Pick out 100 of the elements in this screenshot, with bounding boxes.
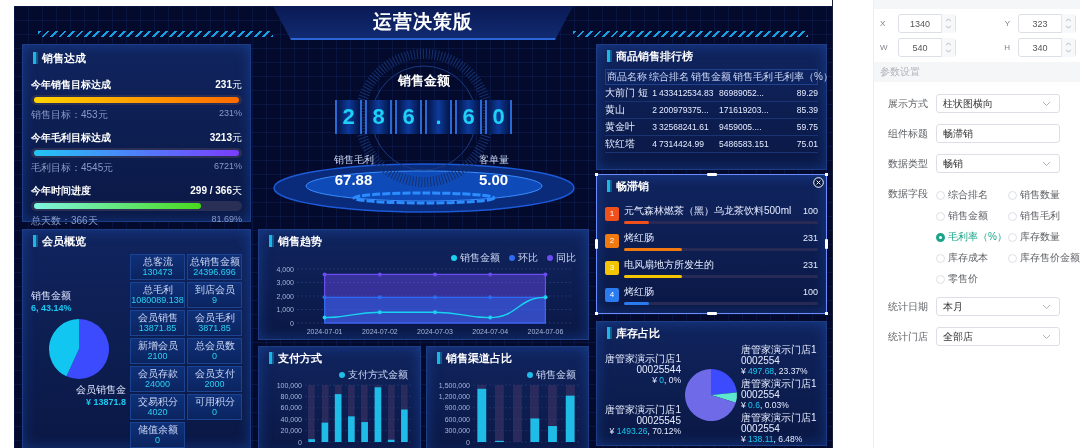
resize-handle[interactable] <box>825 312 828 315</box>
resize-handle[interactable] <box>825 239 828 249</box>
table-cell-text: 7314424.99 <box>659 139 705 149</box>
data-point <box>488 315 493 320</box>
percent-text: 6721% <box>213 161 242 173</box>
digit-tile: 6 <box>395 100 422 134</box>
bar <box>387 439 395 442</box>
resize-handle[interactable] <box>595 312 598 315</box>
table-cell-text: 9459005.... <box>719 122 763 132</box>
metric-label: 客单量 <box>478 154 509 166</box>
pie-label: 会员销售金 <box>76 384 126 396</box>
card-title: 会员概览 <box>42 233 86 249</box>
title-accent <box>33 52 36 64</box>
text-field[interactable]: 畅滞销 <box>936 124 1060 143</box>
sales-value: 231 <box>802 259 818 270</box>
product-name: 元气森林燃茶（黑）乌龙茶饮料500ml <box>624 203 792 218</box>
number-field[interactable]: 323 <box>1018 14 1076 33</box>
bar <box>334 394 342 442</box>
table-cell: 大前门 短 <box>605 86 649 100</box>
stat-value: 9 <box>211 295 218 306</box>
achieved-value: 3213元 <box>209 131 242 145</box>
stat-label: 总客流 <box>141 256 174 267</box>
product-name: 烤红肠 <box>624 284 654 299</box>
rank-badge: 1 <box>605 206 619 221</box>
radio-option[interactable]: 库存数量 <box>1008 230 1080 244</box>
dropdown-field[interactable]: 畅销 <box>936 154 1060 173</box>
table-cell-text: 5486583.151 <box>719 139 770 149</box>
pie-slice <box>48 319 79 377</box>
data-point <box>433 310 437 315</box>
spinner-icon[interactable] <box>1061 38 1075 57</box>
stat-value: 1080089.138 <box>131 295 184 306</box>
spinner-icon[interactable] <box>941 14 955 33</box>
number-field[interactable]: 340 <box>1018 38 1076 57</box>
number-field[interactable]: 540 <box>898 38 956 57</box>
digit-tile: . <box>425 100 452 134</box>
stat-label: 新增会员 <box>136 340 179 351</box>
stat-label: 会员毛利 <box>193 312 236 323</box>
radio-option[interactable]: 销售毛利 <box>1008 209 1080 223</box>
target-text: 毛利目标：4545元 <box>31 161 114 175</box>
title-accent <box>607 50 610 62</box>
data-point <box>322 272 327 277</box>
data-point <box>322 295 327 300</box>
bar <box>548 426 557 442</box>
bar <box>477 388 487 442</box>
dropdown-field[interactable]: 柱状图横向 <box>936 94 1060 113</box>
resize-handle[interactable] <box>706 312 717 315</box>
stat-label: 总毛利 <box>141 284 174 295</box>
resize-handle[interactable] <box>706 173 717 176</box>
percent-text: 231% <box>218 108 242 120</box>
pie-value: ¥ 13871.8 <box>85 396 126 408</box>
bar <box>401 409 408 442</box>
radio-option[interactable]: 销售数量 <box>1008 188 1080 202</box>
data-point <box>433 295 437 300</box>
stat-label: 交易积分 <box>136 396 179 407</box>
spinner-icon[interactable] <box>941 38 955 57</box>
resize-handle[interactable] <box>595 239 598 249</box>
radio-option[interactable]: 销售金额 <box>936 209 1008 223</box>
table-cell-text: 2 <box>651 105 658 115</box>
data-point <box>433 272 437 277</box>
legend-swatch-icon <box>527 372 533 378</box>
radio-option[interactable]: 库存售价金额 <box>1008 251 1080 265</box>
target-label: 今年毛利目标达成 <box>31 131 111 145</box>
store-name: 唐管家演示门店10002554 <box>741 412 817 434</box>
dropdown-field[interactable]: 全部店 <box>936 327 1060 346</box>
legend-label: 销售金额 <box>460 252 500 264</box>
card-title: 销售趋势 <box>278 233 322 249</box>
stat-value: 130473 <box>141 267 174 278</box>
field-label: 统计日期 <box>887 300 928 314</box>
chevron-down-icon <box>1042 333 1051 340</box>
bar <box>348 416 355 442</box>
amount-text: ¥ 0, 0% <box>652 374 681 386</box>
radio-option[interactable]: 综合排名 <box>936 188 1008 202</box>
chevron-down-icon <box>1042 100 1051 107</box>
resize-handle[interactable] <box>825 173 828 176</box>
column-header: 商品名称 <box>606 70 648 84</box>
stat-value: 4020 <box>146 407 169 418</box>
dropdown-field[interactable]: 本月 <box>936 297 1060 316</box>
chevron-down-icon <box>1042 160 1051 167</box>
data-point <box>488 295 493 300</box>
table-cell-text: 3 <box>651 122 658 132</box>
amount-text: ¥ 138.11, 6.48% <box>741 434 804 445</box>
close-icon[interactable] <box>813 177 824 188</box>
pie-slice <box>65 319 109 379</box>
number-field[interactable]: 1340 <box>898 14 956 33</box>
legend-label: 同比 <box>556 252 576 264</box>
resize-handle[interactable] <box>595 173 598 176</box>
stat-label: 会员存款 <box>136 368 179 379</box>
radio-option[interactable]: 库存成本 <box>936 251 1008 265</box>
radio-option[interactable]: 零售价 <box>936 272 1008 286</box>
chevron-down-icon <box>1042 303 1051 310</box>
spinner-icon[interactable] <box>1061 14 1075 33</box>
stat-value: 24396.696 <box>192 267 237 278</box>
stat-label: 总销售金额 <box>188 256 241 267</box>
data-point <box>488 272 493 277</box>
target-label: 今年时间进度 <box>31 184 91 198</box>
table-cell-text: 433412534.83 <box>659 88 715 98</box>
bar <box>565 395 575 442</box>
column-header: 销售金额 <box>690 70 732 84</box>
rank-badge: 4 <box>605 287 619 302</box>
store-name: 唐管家演示门店100025544 <box>605 352 681 375</box>
